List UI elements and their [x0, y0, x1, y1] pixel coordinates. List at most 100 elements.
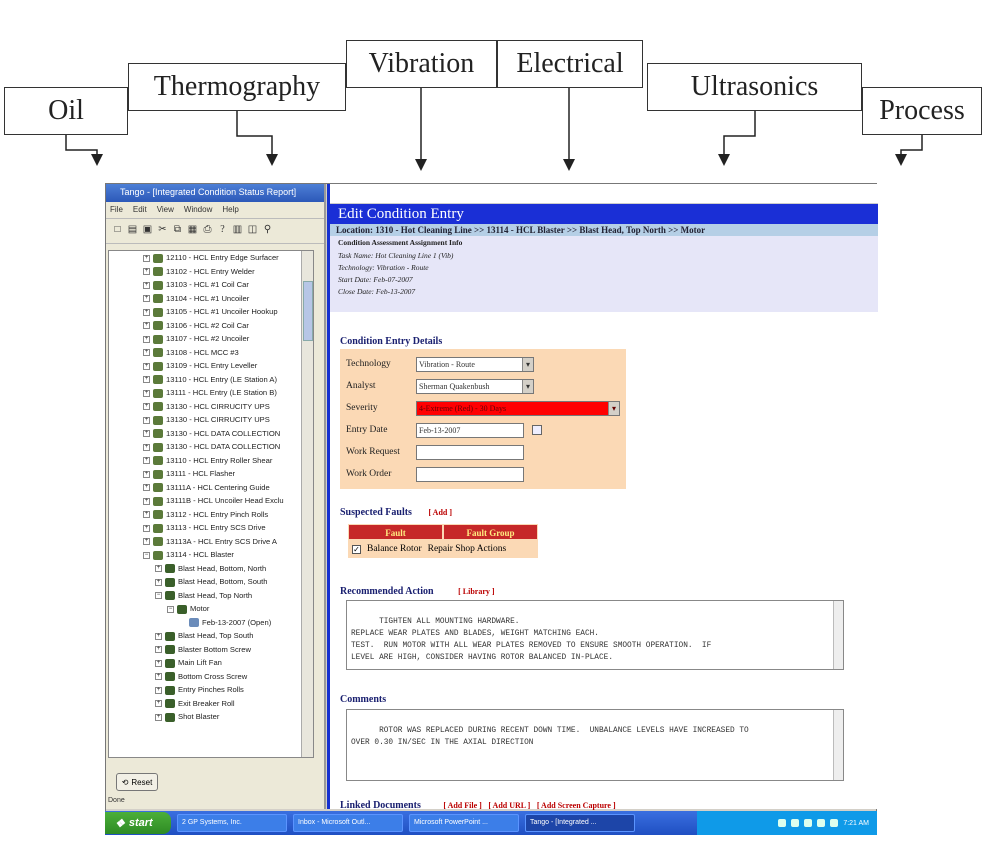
entry-date-field[interactable]: Feb-13-2007 — [416, 422, 524, 438]
help-icon[interactable]: ? — [217, 224, 228, 236]
expand-icon[interactable]: + — [143, 430, 150, 437]
tree-item[interactable]: +13130 - HCL CIRRUCITY UPS — [109, 400, 313, 414]
tree-item[interactable]: + Blast Head, Top South — [109, 629, 313, 643]
binoculars-icon[interactable]: ⚲ — [262, 224, 273, 236]
expand-icon[interactable]: + — [155, 713, 162, 721]
expand-icon[interactable]: + — [155, 565, 162, 572]
tree-item[interactable]: +13107 - HCL #2 Uncoiler — [109, 332, 313, 346]
expand-icon[interactable]: + — [143, 389, 150, 397]
menu-view[interactable]: View — [157, 205, 174, 215]
taskbar-button[interactable]: Inbox - Microsoft Outl... — [293, 814, 403, 832]
technology-select[interactable]: Vibration - Route — [416, 356, 534, 372]
tree-item[interactable]: − 13114 - HCL Blaster — [109, 548, 313, 562]
tree-item[interactable]: +13102 - HCL Entry Welder — [109, 265, 313, 279]
work-request-field[interactable] — [416, 444, 524, 460]
menu-file[interactable]: File — [110, 205, 123, 215]
tray-icon[interactable] — [791, 819, 800, 827]
expand-icon[interactable]: + — [143, 443, 150, 451]
save-icon[interactable]: ▣ — [142, 224, 153, 236]
add-file-link[interactable]: [ Add File ] — [443, 801, 481, 810]
tray-icon[interactable] — [830, 819, 839, 827]
tile-icon[interactable]: ▥ — [232, 224, 243, 236]
tree-item[interactable]: +Feb-13-2007 (Open) — [109, 616, 313, 630]
taskbar-button[interactable]: 2 GP Systems, Inc. — [177, 814, 287, 832]
work-order-field[interactable] — [416, 466, 524, 482]
tree-item[interactable]: + Blaster Bottom Screw — [109, 643, 313, 657]
expand-icon[interactable]: + — [143, 484, 150, 491]
tray-icon[interactable] — [778, 819, 787, 827]
tree-scrollbar[interactable] — [301, 251, 313, 757]
tree-item[interactable]: + Blast Head, Bottom, North — [109, 562, 313, 576]
expand-icon[interactable]: + — [155, 659, 162, 667]
expand-icon[interactable]: + — [143, 254, 150, 262]
expand-icon[interactable]: + — [143, 376, 150, 383]
cut-icon[interactable]: ✂ — [157, 224, 168, 236]
menu-window[interactable]: Window — [184, 205, 212, 215]
expand-icon[interactable]: + — [143, 457, 150, 464]
new-icon[interactable]: □ — [112, 224, 123, 236]
tree-item[interactable]: + Exit Breaker Roll — [109, 697, 313, 711]
tree-item[interactable]: +13108 - HCL MCC #3 — [109, 346, 313, 360]
tree-item[interactable]: +13109 - HCL Entry Leveller — [109, 359, 313, 373]
paste-icon[interactable]: ▦ — [187, 224, 198, 236]
expand-icon[interactable]: + — [143, 416, 150, 424]
menu-help[interactable]: Help — [222, 205, 238, 215]
fault-checkbox[interactable]: ✓ — [352, 544, 361, 554]
expand-icon[interactable]: + — [143, 362, 150, 370]
expand-icon[interactable]: + — [155, 686, 162, 694]
textarea-scrollbar[interactable] — [833, 601, 843, 669]
tree-item[interactable]: +13113A - HCL Entry SCS Drive A — [109, 535, 313, 549]
start-button[interactable]: ❖ start — [105, 812, 171, 834]
comments-textarea[interactable]: ROTOR WAS REPLACED DURING RECENT DOWN TI… — [346, 709, 844, 781]
severity-select[interactable]: 4-Extreme (Red) - 30 Days — [416, 400, 620, 416]
tree-item[interactable]: +13112 - HCL Entry Pinch Rolls — [109, 508, 313, 522]
tree-item[interactable]: + Blast Head, Bottom, South — [109, 575, 313, 589]
tree-item[interactable]: +13111B - HCL Uncoiler Head Exclu — [109, 494, 313, 508]
tree-item[interactable]: + Bottom Cross Screw — [109, 670, 313, 684]
expand-icon[interactable]: + — [143, 524, 150, 532]
print-icon[interactable]: ⎙ — [202, 224, 213, 236]
expand-icon[interactable]: + — [143, 403, 150, 410]
tree-item[interactable]: − Motor — [109, 602, 313, 616]
add-url-link[interactable]: [ Add URL ] — [488, 801, 530, 810]
taskbar-button[interactable]: Tango - [Integrated ... — [525, 814, 635, 832]
tree-item[interactable]: + Shot Blaster — [109, 710, 313, 724]
taskbar-button[interactable]: Microsoft PowerPoint ... — [409, 814, 519, 832]
expand-icon[interactable]: + — [143, 497, 150, 505]
menu-edit[interactable]: Edit — [133, 205, 147, 215]
tree-item[interactable]: +13130 - HCL DATA COLLECTION — [109, 440, 313, 454]
recommended-action-textarea[interactable]: TIGHTEN ALL MOUNTING HARDWARE. REPLACE W… — [346, 600, 844, 670]
expand-icon[interactable]: + — [143, 295, 150, 302]
tree-item[interactable]: +13113 - HCL Entry SCS Drive — [109, 521, 313, 535]
expand-icon[interactable]: + — [143, 511, 150, 518]
expand-icon[interactable]: − — [155, 592, 162, 599]
expand-icon[interactable]: + — [155, 700, 162, 707]
expand-icon[interactable]: + — [155, 578, 162, 586]
tree-item[interactable]: +13103 - HCL #1 Coil Car — [109, 278, 313, 292]
tree-item[interactable]: +13130 - HCL CIRRUCITY UPS — [109, 413, 313, 427]
library-link[interactable]: [ Library ] — [458, 587, 494, 596]
expand-icon[interactable]: + — [155, 632, 162, 640]
tree-item[interactable]: +12110 - HCL Entry Edge Surfacer — [109, 251, 313, 265]
tree-item[interactable]: +13130 - HCL DATA COLLECTION — [109, 427, 313, 441]
textarea-scrollbar[interactable] — [833, 710, 843, 780]
expand-icon[interactable]: + — [155, 673, 162, 680]
expand-icon[interactable]: + — [155, 646, 162, 653]
expand-icon[interactable]: + — [143, 308, 150, 316]
add-screen-capture-link[interactable]: [ Add Screen Capture ] — [537, 801, 616, 810]
tree-item[interactable]: +13111 - HCL Entry (LE Station B) — [109, 386, 313, 400]
copy-icon[interactable]: ⧉ — [172, 224, 183, 236]
tree-item[interactable]: +13104 - HCL #1 Uncoiler — [109, 292, 313, 306]
expand-icon[interactable]: + — [143, 281, 150, 289]
expand-icon[interactable]: + — [143, 268, 150, 275]
tray-icon[interactable] — [804, 819, 813, 827]
expand-icon[interactable]: + — [143, 538, 150, 545]
tray-icon[interactable] — [817, 819, 826, 827]
reset-button[interactable]: ⟲ Reset — [116, 773, 158, 791]
analyst-select[interactable]: Sherman Quakenbush — [416, 378, 534, 394]
expand-icon[interactable]: − — [143, 551, 150, 559]
expand-icon[interactable]: + — [143, 349, 150, 356]
open-icon[interactable]: ▤ — [127, 224, 138, 236]
tree-item[interactable]: +13106 - HCL #2 Coil Car — [109, 319, 313, 333]
tree-item[interactable]: +13110 - HCL Entry Roller Shear — [109, 454, 313, 468]
